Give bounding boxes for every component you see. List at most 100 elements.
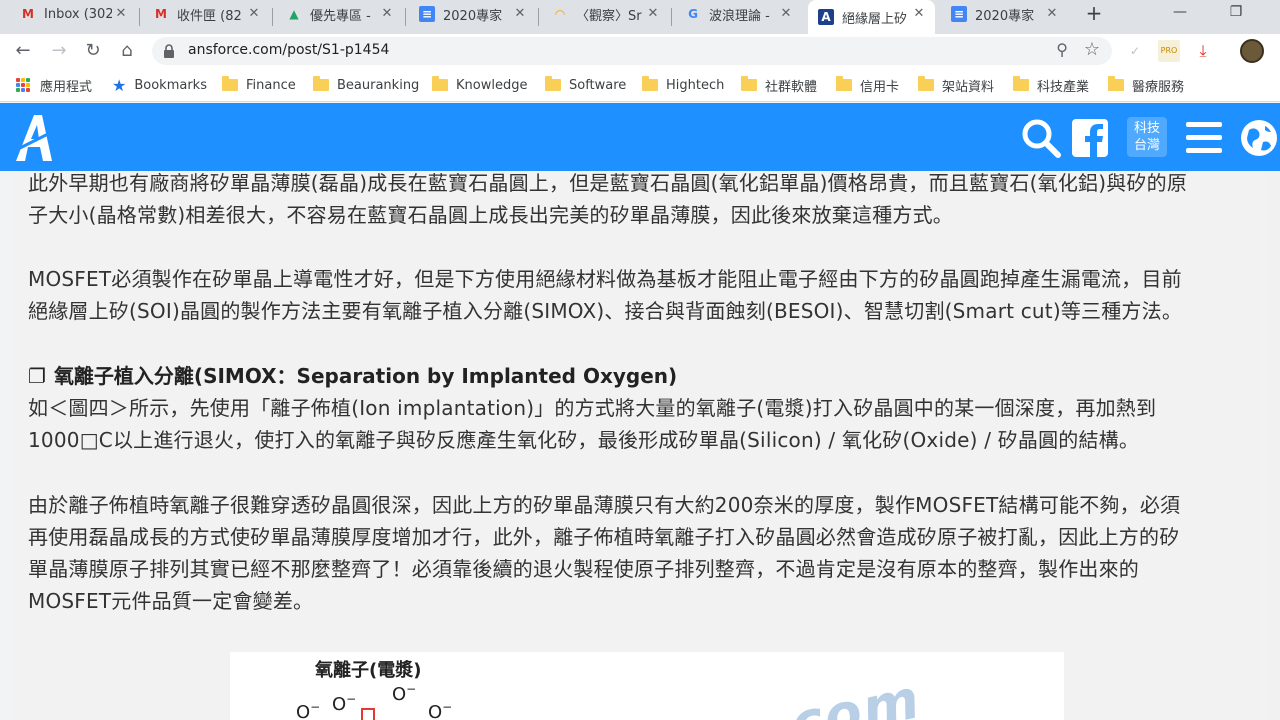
text-line: MOSFET元件品質一定會變差。 (28, 589, 314, 613)
close-tab-icon[interactable]: ✕ (246, 6, 262, 22)
bookmark-label: 社群軟體 (765, 79, 818, 95)
restore-icon[interactable]: ❐ (1216, 0, 1256, 28)
bookmark-item[interactable]: Beauranking (313, 76, 419, 94)
browser-tab[interactable]: M Inbox (302 ✕ (10, 0, 137, 28)
tab-title: 2020專家 (975, 8, 1035, 24)
paragraph-ion-implantation: 如＜圖四＞所示，先使用「離子佈植(Ion implantation)」的方式將大… (28, 392, 1260, 456)
bookmark-item[interactable]: Finance (222, 76, 296, 94)
drive-icon: ▲ (289, 7, 299, 21)
new-tab-button[interactable]: + (1083, 3, 1105, 25)
text-line: 此外早期也有廠商將矽單晶薄膜(磊晶)成長在藍寶石晶圓上，但是藍寶石晶圓(氧化鋁單… (28, 171, 1188, 195)
close-tab-icon[interactable]: ✕ (778, 6, 794, 22)
bookmark-label: Hightech (666, 77, 725, 93)
browser-tab[interactable]: ≡ 2020專家 ✕ (941, 0, 1068, 28)
tab-separator (671, 8, 672, 26)
bookmark-item[interactable]: ★ Bookmarks (112, 76, 207, 95)
lock-icon (164, 44, 174, 58)
watermark: com (784, 667, 927, 720)
close-tab-icon[interactable]: ✕ (645, 6, 661, 22)
folder-icon (741, 76, 757, 91)
bookmark-label: Knowledge (456, 77, 528, 93)
bookmark-label: Software (569, 77, 627, 93)
oxygen-ion: O− (332, 692, 357, 715)
tab-separator (272, 8, 273, 26)
checkmark-extension-icon[interactable]: ✓ (1124, 40, 1146, 62)
bookmark-label: 應用程式 (40, 79, 93, 95)
bookmark-star-icon[interactable]: ☆ (1084, 39, 1100, 60)
forward-icon[interactable]: → (46, 38, 72, 64)
rainbow-icon: ◠ (555, 7, 565, 21)
profile-avatar[interactable] (1240, 39, 1264, 63)
folder-icon (642, 76, 658, 91)
close-tab-icon[interactable]: ✕ (113, 6, 129, 22)
bookmark-item[interactable]: Software (545, 76, 626, 94)
figure-caption: 氧離子(電漿) (315, 660, 422, 681)
tab-title: 絕緣層上矽 (842, 11, 908, 27)
ansforce-icon: A (818, 9, 834, 25)
folder-icon (432, 76, 448, 91)
bookmarks-bar: 應用程式 ★ Bookmarks Finance Beauranking Knowledg… (0, 68, 1280, 102)
facebook-icon[interactable] (1072, 119, 1108, 157)
oxygen-ion: O− (392, 682, 417, 705)
site-header: 科技 台灣 (0, 103, 1280, 171)
bookmark-item[interactable]: Knowledge (432, 76, 527, 94)
language-switch-badge[interactable]: 科技 台灣 (1127, 117, 1167, 157)
bookmark-label: Finance (246, 77, 296, 93)
browser-tab[interactable]: ▲ 優先專區 - ✕ (276, 0, 403, 28)
zoom-icon[interactable]: ⚲ (1056, 40, 1068, 59)
text-line: 由於離子佈植時氧離子很難穿透矽晶圓很深，因此上方的矽單晶薄膜只有大約200奈米的… (28, 493, 1181, 517)
url-text: ansforce.com/post/S1-p1454 (188, 42, 390, 58)
close-tab-icon[interactable]: ✕ (512, 6, 528, 22)
text-line: 1000□C以上進行退火，使打入的氧離子與矽反應產生氧化矽，最後形成矽單晶(Si… (28, 428, 1140, 452)
smartpro-extension-icon[interactable]: PRO (1158, 40, 1180, 62)
browser-tab[interactable]: A 絕緣層上矽 ✕ (808, 0, 935, 34)
close-tab-icon[interactable]: ✕ (379, 6, 395, 22)
bookmark-item[interactable]: 架站資料 (918, 76, 994, 95)
address-bar[interactable]: ansforce.com/post/S1-p1454 ⚲ ☆ (152, 37, 1112, 65)
home-icon[interactable]: ⌂ (114, 38, 140, 64)
bookmark-item[interactable]: 應用程式 (16, 76, 93, 95)
text-line: 如＜圖四＞所示，先使用「離子佈植(Ion implantation)」的方式將大… (28, 396, 1157, 420)
minimize-icon[interactable]: — (1160, 0, 1200, 28)
bookmark-item[interactable]: 信用卡 (836, 76, 900, 95)
heading-text: 氧離子植入分離(SIMOX：Separation by Implanted Ox… (53, 364, 678, 388)
folder-icon (918, 76, 934, 91)
bookmark-label: 科技產業 (1037, 79, 1090, 95)
tab-separator (139, 8, 140, 26)
globe-icon[interactable] (1239, 118, 1279, 158)
page-scrollbar[interactable] (1266, 171, 1280, 720)
bookmark-label: Beauranking (337, 77, 420, 93)
browser-toolbar: ← → ↻ ⌂ ansforce.com/post/S1-p1454 ⚲ ☆ ✓… (0, 34, 1280, 68)
bookmark-item[interactable]: 社群軟體 (741, 76, 818, 95)
oxygen-ion: O− (296, 700, 321, 720)
tab-title: 優先專區 - (310, 8, 371, 24)
browser-tab[interactable]: M 收件匣 (82 ✕ (143, 0, 270, 28)
section-heading-simox: ❐ 氧離子植入分離(SIMOX：Separation by Implanted … (28, 360, 677, 392)
browser-tab[interactable]: G 波浪理論 - ✕ (675, 0, 802, 28)
close-tab-icon[interactable]: ✕ (1044, 6, 1060, 22)
reload-icon[interactable]: ↻ (80, 38, 106, 64)
pdf-extension-icon[interactable]: ⤓ (1192, 40, 1214, 62)
tab-separator (405, 8, 406, 26)
paragraph-sapphire: 此外早期也有廠商將矽單晶薄膜(磊晶)成長在藍寶石晶圓上，但是藍寶石晶圓(氧化鋁單… (28, 171, 1260, 231)
docs-icon: ≡ (951, 6, 967, 22)
browser-tab[interactable]: ◠ 〈觀察〉Sr ✕ (542, 0, 669, 28)
text-line: 絕緣層上矽(SOI)晶圓的製作方法主要有氧離子植入分離(SIMOX)、接合與背面… (28, 299, 1183, 323)
docs-icon: ≡ (419, 6, 435, 22)
ansforce-logo[interactable] (12, 111, 56, 163)
tab-title: 收件匣 (82 (177, 8, 242, 24)
google-icon: G (688, 7, 698, 21)
browser-tab[interactable]: ≡ 2020專家 ✕ (409, 0, 536, 28)
tab-strip: M Inbox (302 ✕ M 收件匣 (82 ✕ ▲ 優先專區 - ✕ ≡ 2020專家 ✕ ◠ 〈觀… (0, 0, 1280, 34)
bookmark-item[interactable]: 醫療服務 (1108, 76, 1184, 95)
article-body: 此外早期也有廠商將矽單晶薄膜(磊晶)成長在藍寶石晶圓上，但是藍寶石晶圓(氧化鋁單… (14, 171, 1266, 720)
tab-separator (538, 8, 539, 26)
close-tab-icon[interactable]: ✕ (911, 6, 927, 22)
bookmark-label: 信用卡 (860, 79, 900, 95)
bookmark-item[interactable]: 科技產業 (1013, 76, 1090, 95)
bookmark-item[interactable]: Hightech (642, 76, 724, 94)
back-icon[interactable]: ← (10, 38, 36, 64)
text-line: 再使用磊晶成長的方式使矽單晶薄膜厚度增加才行，此外，離子佈植時氧離子打入矽晶圓必… (28, 525, 1180, 549)
menu-icon[interactable] (1186, 122, 1222, 154)
search-icon[interactable] (1020, 117, 1062, 159)
